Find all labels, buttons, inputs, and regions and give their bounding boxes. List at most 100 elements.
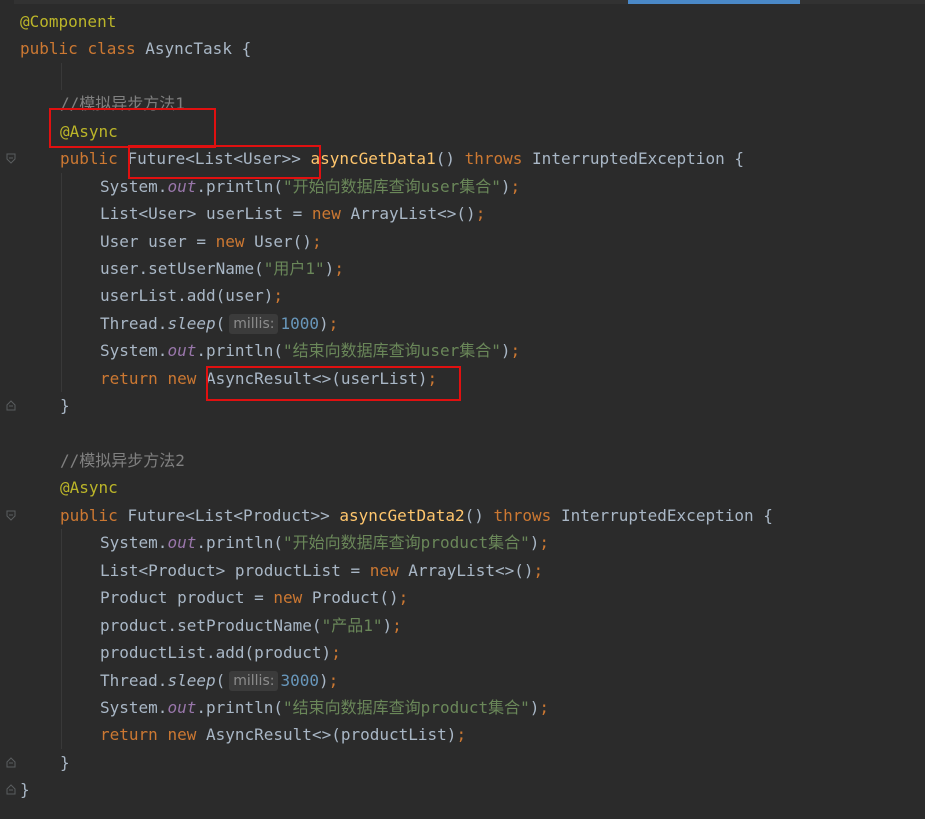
code-text: ) <box>529 533 540 553</box>
fold-end-marker-icon[interactable] <box>6 757 16 768</box>
code-text: ( <box>215 670 226 690</box>
code-text: ) <box>324 258 335 278</box>
code-text: System. <box>100 697 168 717</box>
keyword-public: public <box>60 149 118 169</box>
code-text: ) <box>529 697 540 717</box>
string-literal: "产品1" <box>321 615 383 635</box>
code-line[interactable]: System.out.println("结束向数据库查询product集合"); <box>0 693 925 722</box>
code-line[interactable]: return new AsyncResult<>(productList); <box>0 721 925 749</box>
code-line[interactable]: //模拟异步方法1 <box>0 90 925 117</box>
indent-guide <box>61 584 62 612</box>
code-text: ArrayList<>() <box>398 560 534 580</box>
code-text: ) <box>500 176 511 196</box>
code-line[interactable]: userList.add(user); <box>0 282 925 310</box>
code-area[interactable]: @Component public class AsyncTask { //模拟… <box>0 8 925 804</box>
parameter-hint: millis: <box>229 670 279 691</box>
semicolon: ; <box>533 560 544 580</box>
code-line[interactable]: System.out.println("结束向数据库查询user集合"); <box>0 337 925 365</box>
method-params: () <box>464 505 484 525</box>
indent-guide <box>61 556 62 585</box>
code-line[interactable]: } <box>0 776 925 803</box>
code-line[interactable]: @Component <box>0 8 925 35</box>
code-text: .println( <box>196 176 284 196</box>
method-params: () <box>435 149 455 169</box>
string-literal: "结束向数据库查询product集合" <box>283 697 530 717</box>
keyword-public: public <box>20 39 78 59</box>
indent-guide <box>61 62 62 91</box>
exception-type: InterruptedException { <box>560 505 773 525</box>
code-text: Thread. <box>100 670 168 690</box>
indent-guide <box>61 666 62 694</box>
fold-marker-icon[interactable] <box>6 153 16 164</box>
indent-guide <box>61 309 62 338</box>
code-text: List<User> userList = <box>100 204 312 224</box>
code-line[interactable]: public Future<List<Product>> asyncGetDat… <box>0 502 925 529</box>
code-line[interactable]: public class AsyncTask { <box>0 35 925 62</box>
code-text: user.setUserName( <box>100 258 264 278</box>
indent-guide <box>61 364 62 393</box>
code-text: Product() <box>302 588 399 608</box>
code-line[interactable]: User user = new User(); <box>0 227 925 255</box>
code-text: AsyncResult<>(productList) <box>196 725 457 745</box>
keyword-public: public <box>60 505 118 525</box>
keyword-new: new <box>273 588 303 608</box>
code-line[interactable]: product.setProductName("产品1"); <box>0 611 925 640</box>
code-line[interactable]: @Async <box>0 118 925 145</box>
semicolon: ; <box>392 615 402 635</box>
code-line[interactable]: productList.add(product); <box>0 639 925 667</box>
code-line[interactable]: @Async <box>0 474 925 501</box>
code-text: List<Product> productList = <box>100 560 370 580</box>
code-line[interactable]: System.out.println("开始向数据库查询user集合"); <box>0 172 925 201</box>
code-line[interactable]: Thread.sleep(millis: 3000); <box>0 666 925 694</box>
code-line[interactable]: } <box>0 392 925 419</box>
annotation-async: @Async <box>60 478 118 498</box>
annotation-component: @Component <box>20 12 117 31</box>
active-tab-indicator <box>628 0 800 4</box>
keyword-throws: throws <box>464 149 523 169</box>
code-line[interactable]: } <box>0 749 925 776</box>
semicolon: ; <box>398 588 409 608</box>
close-brace: } <box>60 396 70 416</box>
code-line-empty[interactable] <box>0 420 925 447</box>
comment-method1: //模拟异步方法1 <box>60 94 185 114</box>
keyword-new: new <box>215 231 245 251</box>
close-brace: } <box>60 752 70 772</box>
code-text: ArrayList<>() <box>340 204 476 224</box>
keyword-new: new <box>311 204 341 224</box>
code-line-empty[interactable] <box>0 62 925 91</box>
code-text: ) <box>382 615 393 635</box>
number-literal: 3000 <box>280 670 319 690</box>
keyword-return: return <box>100 368 158 388</box>
semicolon: ; <box>311 231 322 251</box>
class-name: AsyncTask <box>145 39 232 59</box>
code-text: ) <box>500 341 511 361</box>
fold-end-marker-icon[interactable] <box>6 784 16 795</box>
code-text: User() <box>244 231 312 251</box>
indent-guide <box>61 200 62 228</box>
number-literal: 1000 <box>280 313 319 333</box>
code-line[interactable]: List<Product> productList = new ArrayLis… <box>0 556 925 585</box>
code-text: ) <box>319 313 329 333</box>
code-line[interactable]: Thread.sleep(millis: 1000); <box>0 309 925 338</box>
fold-end-marker-icon[interactable] <box>6 400 16 411</box>
semicolon: ; <box>539 697 550 717</box>
code-line[interactable]: //模拟异步方法2 <box>0 447 925 474</box>
string-literal: "用户1" <box>263 258 325 278</box>
code-text: AsyncResult<>(userList) <box>196 368 428 388</box>
static-field-out: out <box>167 341 197 361</box>
indent-guide <box>61 611 62 640</box>
close-brace: } <box>20 780 30 800</box>
code-line[interactable]: List<User> userList = new ArrayList<>(); <box>0 200 925 228</box>
code-line[interactable]: public Future<List<User>> asyncGetData1(… <box>0 145 925 172</box>
code-line[interactable]: Product product = new Product(); <box>0 584 925 612</box>
keyword-new: new <box>167 725 197 745</box>
code-line[interactable]: return new AsyncResult<>(userList); <box>0 364 925 393</box>
indent-guide <box>61 254 62 283</box>
fold-marker-icon[interactable] <box>6 510 16 521</box>
code-line[interactable]: user.setUserName("用户1"); <box>0 254 925 283</box>
code-line[interactable]: System.out.println("开始向数据库查询product集合"); <box>0 529 925 557</box>
code-editor[interactable]: @Component public class AsyncTask { //模拟… <box>0 0 925 819</box>
code-text: System. <box>100 341 168 361</box>
semicolon: ; <box>328 313 339 333</box>
indent-guide <box>61 172 62 201</box>
